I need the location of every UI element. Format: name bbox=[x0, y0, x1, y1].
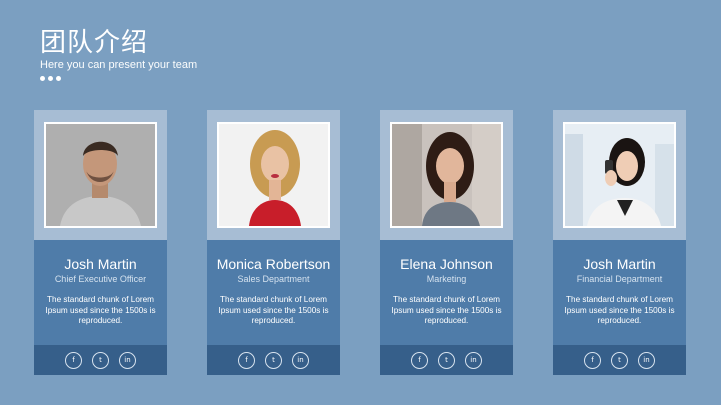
social-bar: f t in bbox=[207, 345, 340, 375]
portrait-woman-dark-hair-photo bbox=[392, 124, 501, 226]
member-description: The standard chunk of Lorem Ipsum used s… bbox=[391, 295, 502, 325]
member-role: Financial Department bbox=[576, 274, 663, 284]
page-subtitle: Here you can present your team bbox=[40, 59, 198, 71]
twitter-icon[interactable]: t bbox=[265, 351, 282, 369]
member-name: Josh Martin bbox=[64, 256, 137, 272]
member-photo bbox=[219, 124, 328, 226]
facebook-icon[interactable]: f bbox=[411, 351, 428, 369]
team-card-3: Elena Johnson Marketing The standard chu… bbox=[380, 110, 513, 375]
member-info: Elena Johnson Marketing The standard chu… bbox=[380, 240, 513, 345]
portrait-businesswoman-phone-photo bbox=[565, 124, 674, 226]
member-description: The standard chunk of Lorem Ipsum used s… bbox=[218, 295, 329, 325]
facebook-icon[interactable]: f bbox=[584, 351, 601, 369]
member-photo bbox=[46, 124, 155, 226]
member-photo bbox=[565, 124, 674, 226]
member-role: Marketing bbox=[426, 274, 467, 284]
linkedin-icon[interactable]: in bbox=[292, 351, 309, 369]
slide-header: 团队介绍 Here you can present your team bbox=[40, 28, 197, 81]
linkedin-icon[interactable]: in bbox=[465, 351, 482, 369]
decorative-dots bbox=[40, 76, 197, 81]
member-description: The standard chunk of Lorem Ipsum used s… bbox=[564, 295, 675, 325]
social-bar: f t in bbox=[380, 345, 513, 375]
photo-frame bbox=[390, 122, 503, 228]
member-name: Monica Robertson bbox=[216, 256, 331, 272]
twitter-icon[interactable]: t bbox=[611, 351, 628, 369]
member-info: Monica Robertson Sales Department The st… bbox=[207, 240, 340, 345]
member-name: Elena Johnson bbox=[400, 256, 493, 272]
member-role: Sales Department bbox=[237, 274, 310, 284]
facebook-icon[interactable]: f bbox=[238, 351, 255, 369]
member-role: Chief Executive Officer bbox=[54, 274, 147, 284]
facebook-icon[interactable]: f bbox=[65, 351, 82, 369]
team-card-2: Monica Robertson Sales Department The st… bbox=[207, 110, 340, 375]
portrait-woman-red-dress-photo bbox=[219, 124, 328, 226]
dot-icon bbox=[56, 76, 61, 81]
member-info: Josh Martin Chief Executive Officer The … bbox=[34, 240, 167, 345]
member-photo bbox=[392, 124, 501, 226]
dot-icon bbox=[40, 76, 45, 81]
social-bar: f t in bbox=[553, 345, 686, 375]
team-card-1: Josh Martin Chief Executive Officer The … bbox=[34, 110, 167, 375]
member-description: The standard chunk of Lorem Ipsum used s… bbox=[45, 295, 156, 325]
social-bar: f t in bbox=[34, 345, 167, 375]
linkedin-icon[interactable]: in bbox=[638, 351, 655, 369]
twitter-icon[interactable]: t bbox=[438, 351, 455, 369]
twitter-icon[interactable]: t bbox=[92, 351, 109, 369]
member-name: Josh Martin bbox=[583, 256, 656, 272]
page-title: 团队介绍 bbox=[40, 28, 149, 58]
photo-frame bbox=[217, 122, 330, 228]
member-info: Josh Martin Financial Department The sta… bbox=[553, 240, 686, 345]
photo-frame bbox=[563, 122, 676, 228]
team-card-4: Josh Martin Financial Department The sta… bbox=[553, 110, 686, 375]
linkedin-icon[interactable]: in bbox=[119, 351, 136, 369]
portrait-man-photo bbox=[46, 124, 155, 226]
photo-frame bbox=[44, 122, 157, 228]
dot-icon bbox=[48, 76, 53, 81]
